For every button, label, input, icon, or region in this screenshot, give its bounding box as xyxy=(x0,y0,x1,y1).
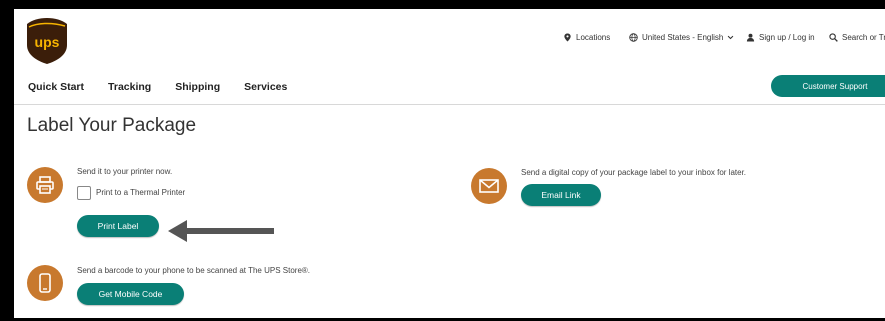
printer-icon-circle xyxy=(27,167,63,203)
print-label-button[interactable]: Print Label xyxy=(77,215,159,237)
nav-item-quick-start[interactable]: Quick Start xyxy=(28,81,84,93)
nav-item-tracking[interactable]: Tracking xyxy=(108,81,151,93)
email-description: Send a digital copy of your package labe… xyxy=(521,168,747,177)
location-pin-icon xyxy=(564,33,571,42)
screenshot-frame-left xyxy=(0,0,14,321)
envelope-icon xyxy=(479,179,499,193)
screenshot-frame-top xyxy=(0,0,885,9)
signup-label: Sign up / Log in xyxy=(759,33,815,42)
locations-link[interactable]: Locations xyxy=(563,33,610,42)
globe-icon xyxy=(629,33,638,42)
header-divider xyxy=(14,104,885,105)
language-label: United States - English xyxy=(642,33,724,42)
customer-support-button[interactable]: Customer Support xyxy=(771,75,885,97)
user-icon xyxy=(746,33,755,42)
search-label: Search or Tr xyxy=(842,33,885,42)
ups-logo[interactable]: ups xyxy=(26,17,68,65)
site-header: ups Locations United States - English Si… xyxy=(14,9,885,106)
signup-login-link[interactable]: Sign up / Log in xyxy=(746,33,815,42)
language-selector[interactable]: United States - English xyxy=(629,33,734,42)
print-description: Send it to your printer now. xyxy=(77,167,173,176)
printer-icon xyxy=(36,176,54,194)
get-mobile-code-button[interactable]: Get Mobile Code xyxy=(77,283,184,305)
thermal-printer-label[interactable]: Print to a Thermal Printer xyxy=(96,188,185,197)
mobile-description: Send a barcode to your phone to be scann… xyxy=(77,266,311,275)
arrow-left-icon xyxy=(168,220,274,242)
search-icon xyxy=(829,33,838,42)
main-nav: Quick Start Tracking Shipping Services xyxy=(28,81,311,93)
locations-label: Locations xyxy=(576,33,611,42)
mobile-phone-icon xyxy=(39,273,51,293)
svg-text:ups: ups xyxy=(35,34,60,50)
page-title: Label Your Package xyxy=(27,115,197,136)
search-link[interactable]: Search or Tr xyxy=(829,33,885,42)
envelope-icon-circle xyxy=(471,168,507,204)
nav-item-shipping[interactable]: Shipping xyxy=(175,81,220,93)
nav-item-services[interactable]: Services xyxy=(244,81,287,93)
email-link-button[interactable]: Email Link xyxy=(521,184,601,206)
mobile-phone-icon-circle xyxy=(27,265,63,301)
thermal-printer-checkbox[interactable] xyxy=(77,186,91,200)
chevron-down-icon xyxy=(728,35,734,40)
